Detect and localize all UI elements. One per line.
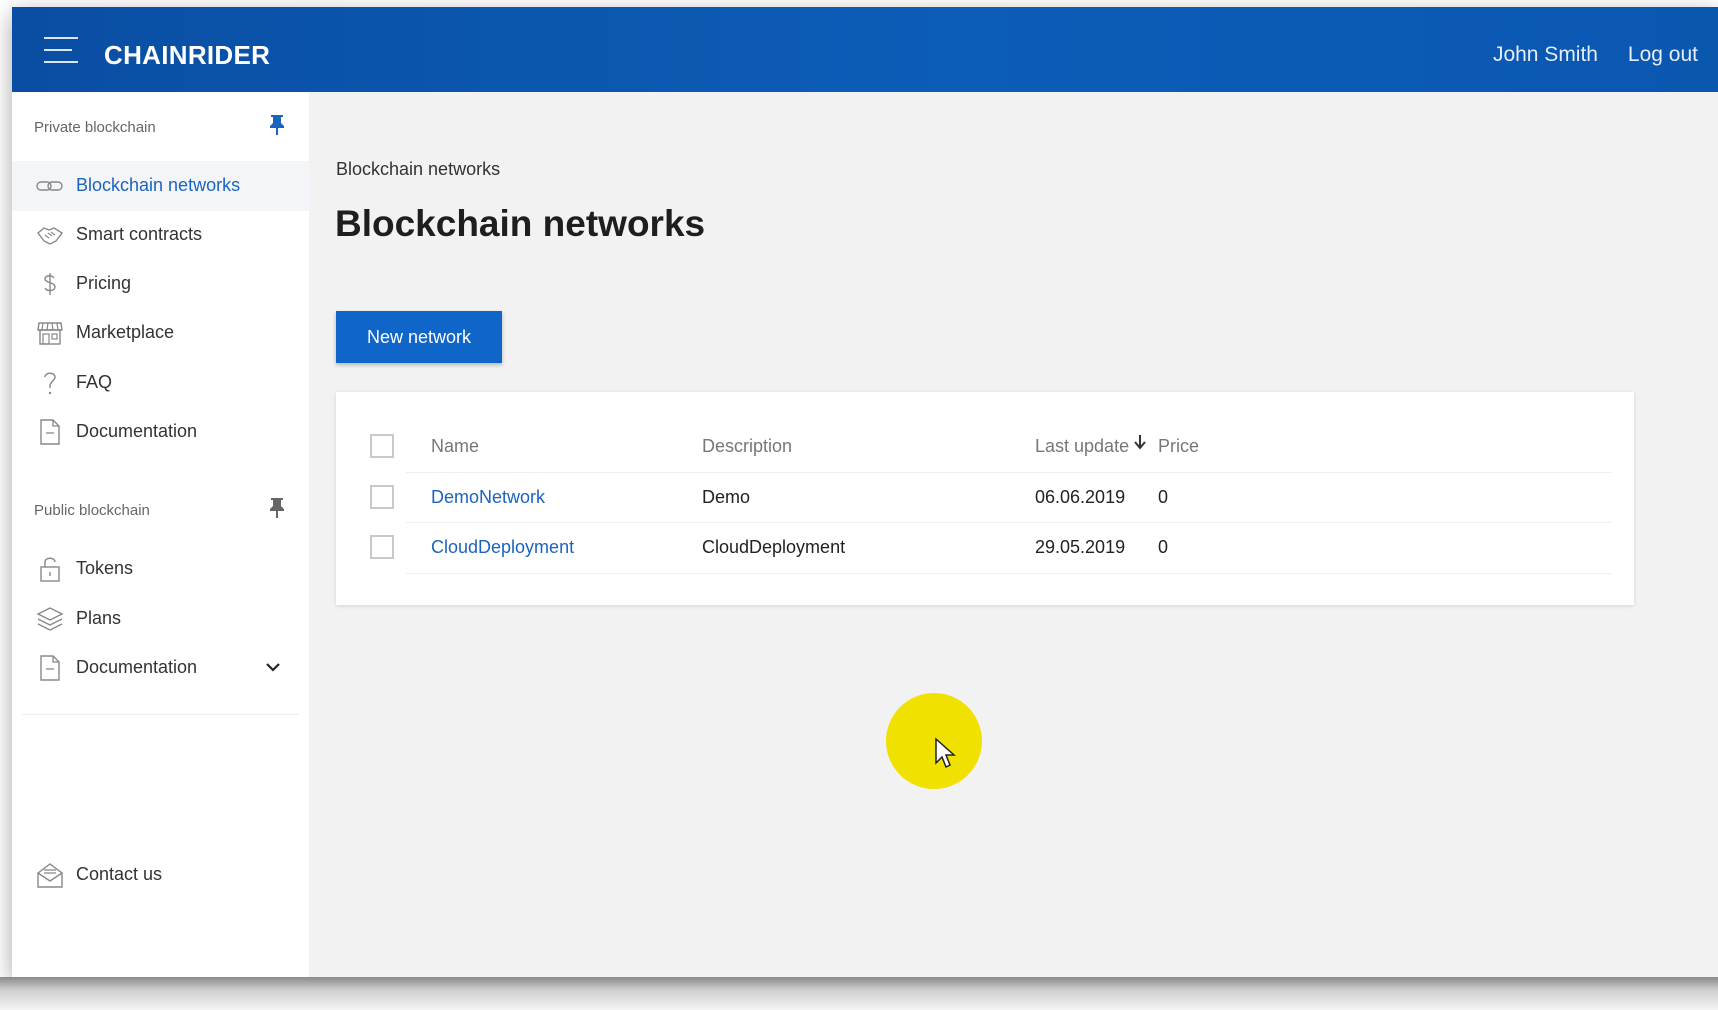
new-network-button[interactable]: New network [336,311,502,363]
sidebar-divider [22,714,299,715]
sidebar-item-label: Documentation [76,421,198,441]
sidebar-item-public-documentation[interactable]: Documentation [12,643,309,693]
select-all-checkbox[interactable] [370,434,394,458]
row-divider [406,522,1612,523]
row-checkbox[interactable] [370,485,394,509]
sidebar-item-label: FAQ [76,372,113,392]
network-last-update: 06.06.2019 [1035,487,1126,507]
document-icon [40,655,60,681]
breadcrumb[interactable]: Blockchain networks [336,159,500,180]
sidebar-item-pricing[interactable]: Pricing [12,259,309,309]
sidebar-item-label: Blockchain networks [76,175,241,195]
network-description: CloudDeployment [702,537,846,557]
sidebar-item-label: Tokens [76,558,134,578]
row-divider [406,573,1612,574]
section-heading-public: Public blockchain [34,502,150,519]
network-name-link[interactable]: CloudDeployment [431,537,574,558]
sidebar-item-contact-us[interactable]: Contact us [12,850,309,900]
column-header-name[interactable]: Name [431,436,479,457]
sidebar-item-label: Pricing [76,273,132,293]
sidebar: Private blockchain Blockchain networks S… [12,92,309,977]
mouse-cursor-icon [935,737,956,769]
column-header-description[interactable]: Description [702,436,792,457]
network-name-link[interactable]: DemoNetwork [431,487,545,508]
sort-arrow-down-icon[interactable] [1133,434,1147,450]
dollar-icon [44,273,56,295]
sidebar-item-blockchain-networks[interactable]: Blockchain networks [12,161,309,211]
lock-icon [40,557,60,582]
network-description: Demo [702,487,751,507]
sidebar-item-label: Contact us [76,864,163,884]
sidebar-item-label: Plans [76,608,122,628]
network-price: 0 [1158,537,1169,557]
pin-icon[interactable] [268,114,286,136]
top-bar: CHAINRIDER John Smith Log out [12,7,1718,92]
sidebar-item-plans[interactable]: Plans [12,594,309,644]
sidebar-item-smart-contracts[interactable]: Smart contracts [12,210,309,260]
network-last-update: 29.05.2019 [1035,537,1126,557]
sidebar-item-label: Marketplace [76,322,175,342]
page-title: Blockchain networks [335,203,706,244]
sidebar-item-faq[interactable]: FAQ [12,358,309,408]
sidebar-item-marketplace[interactable]: Marketplace [12,308,309,358]
section-heading-private: Private blockchain [34,119,156,136]
pin-icon[interactable] [268,497,286,519]
sidebar-item-documentation[interactable]: Documentation [12,407,309,457]
user-name-link[interactable]: John Smith [1493,43,1598,67]
app-window: CHAINRIDER John Smith Log out Private bl… [12,7,1718,977]
chevron-down-icon[interactable] [264,658,282,676]
network-price: 0 [1158,487,1169,507]
networks-table: Name Description Last update Price DemoN… [336,392,1634,605]
chain-link-icon [36,181,63,191]
header-divider [406,472,1612,473]
column-header-last-update[interactable]: Last update [1035,436,1129,457]
storefront-icon [37,322,63,345]
handshake-icon [37,227,64,245]
logout-link[interactable]: Log out [1628,43,1698,67]
window-shadow [0,977,1718,1010]
contact-envelope-icon [37,863,63,888]
sidebar-item-label: Smart contracts [76,224,203,244]
hamburger-menu-icon[interactable] [44,37,78,63]
document-icon [40,419,60,445]
sidebar-item-label: Documentation [76,657,198,677]
brand-logo: CHAINRIDER [104,40,271,70]
row-checkbox[interactable] [370,535,394,559]
layers-icon [36,607,64,631]
sidebar-item-tokens[interactable]: Tokens [12,544,309,594]
column-header-price[interactable]: Price [1158,436,1199,457]
question-icon [44,372,56,395]
